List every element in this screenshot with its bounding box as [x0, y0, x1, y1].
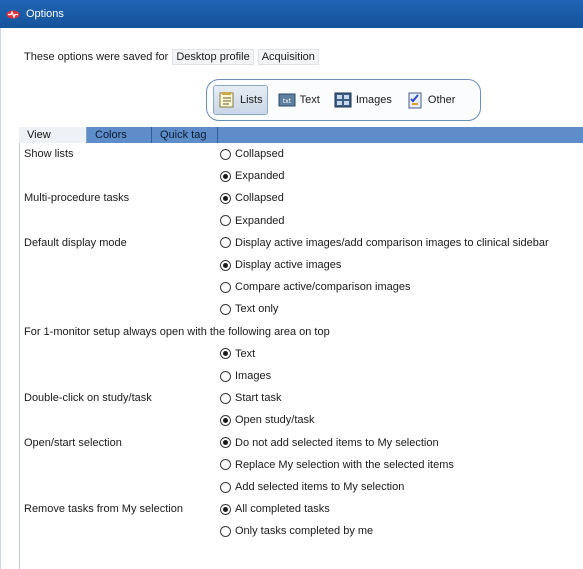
category-label: Other — [427, 94, 456, 106]
radio-unchecked-icon[interactable] — [220, 303, 231, 315]
title-bar: Options — [0, 0, 583, 28]
setting-label: Show lists — [24, 148, 74, 160]
radio-option-label: Collapsed — [235, 192, 284, 205]
category-switcher: Lists txt Text Images Other — [206, 79, 481, 121]
setting-label: Double-click on study/task — [24, 392, 152, 405]
radio-option[interactable]: Only tasks completed by me — [220, 520, 373, 542]
profile-chip: Desktop profile — [172, 49, 254, 65]
radio-option[interactable]: Expanded — [220, 165, 285, 187]
radio-option[interactable]: Images — [220, 365, 271, 387]
app-logo-icon — [6, 9, 20, 19]
category-lists-button[interactable]: Lists — [213, 85, 268, 115]
radio-option-label: Only tasks completed by me — [235, 525, 374, 538]
radio-option[interactable]: Add selected items to My selection — [220, 476, 404, 498]
images-icon — [334, 91, 352, 109]
radio-option-label: All completed tasks — [235, 503, 330, 516]
radio-option[interactable]: Collapsed — [220, 143, 284, 165]
saved-for-label: These options were saved for — [24, 51, 169, 63]
tab-quick-tag[interactable]: Quick tag — [152, 127, 218, 143]
category-label: Images — [355, 94, 392, 106]
tab-colors[interactable]: Colors — [87, 127, 152, 143]
radio-checked-icon[interactable] — [220, 192, 231, 204]
radio-unchecked-icon[interactable] — [220, 215, 231, 227]
category-text-button[interactable]: txt Text — [274, 85, 324, 115]
radio-unchecked-icon[interactable] — [220, 281, 231, 293]
radio-unchecked-icon[interactable] — [220, 459, 231, 471]
radio-option[interactable]: Expanded — [220, 210, 285, 232]
radio-option[interactable]: Text only — [220, 298, 278, 320]
radio-option-label: Text — [235, 347, 256, 360]
radio-unchecked-icon[interactable] — [220, 392, 231, 404]
saved-for-row: These options were saved for Desktop pro… — [24, 49, 319, 65]
tab-strip: View Colors Quick tag — [19, 127, 583, 143]
svg-text:txt: txt — [282, 98, 291, 105]
text-icon: txt — [278, 91, 296, 109]
radio-unchecked-icon[interactable] — [220, 370, 231, 382]
radio-checked-icon[interactable] — [220, 503, 231, 515]
radio-checked-icon[interactable] — [220, 414, 231, 426]
radio-checked-icon[interactable] — [220, 348, 231, 360]
radio-option-label: Open study/task — [235, 414, 315, 427]
view-settings-panel: Show lists Collapsed Expanded Multi-procedu… — [19, 143, 583, 569]
radio-option-label: Display active images — [235, 259, 342, 271]
setting-label: Remove tasks from My selection — [24, 503, 183, 516]
radio-option[interactable]: Compare active/comparison images — [220, 276, 410, 298]
radio-unchecked-icon[interactable] — [220, 237, 231, 249]
tab-view[interactable]: View — [19, 127, 87, 143]
radio-option-label: Expanded — [235, 214, 285, 227]
radio-option[interactable]: Display active images/add comparison ima… — [220, 232, 549, 254]
radio-option-label: Expanded — [235, 170, 285, 183]
radio-option[interactable]: Do not add selected items to My selectio… — [220, 432, 439, 454]
setting-label: For 1-monitor setup always open with the… — [24, 325, 330, 338]
options-dialog: These options were saved for Desktop pro… — [0, 28, 583, 569]
radio-option[interactable]: Display active images — [220, 254, 341, 276]
radio-option-label: Replace My selection with the selected i… — [235, 458, 454, 471]
other-icon — [406, 91, 424, 109]
radio-checked-icon[interactable] — [220, 170, 231, 182]
radio-option-label: Start task — [235, 392, 282, 405]
radio-unchecked-icon[interactable] — [220, 481, 231, 493]
radio-option-label: Collapsed — [235, 148, 284, 160]
radio-option-label: Display active images/add comparison ima… — [235, 236, 549, 249]
context-chip: Acquisition — [257, 49, 319, 65]
radio-option-label: Add selected items to My selection — [235, 481, 405, 493]
setting-label: Open/start selection — [24, 436, 122, 449]
category-label: Text — [299, 94, 320, 106]
window-title: Options — [26, 8, 64, 20]
category-images-button[interactable]: Images — [330, 85, 396, 115]
radio-option[interactable]: Collapsed — [220, 187, 284, 209]
setting-label: Default display mode — [24, 236, 127, 249]
radio-option-label: Compare active/comparison images — [235, 281, 411, 294]
radio-option[interactable]: Replace My selection with the selected i… — [220, 454, 454, 476]
radio-option[interactable]: Open study/task — [220, 409, 315, 431]
setting-label: Multi-procedure tasks — [24, 192, 130, 205]
radio-option[interactable]: Text — [220, 343, 255, 365]
radio-unchecked-icon[interactable] — [220, 148, 231, 160]
radio-checked-icon[interactable] — [220, 437, 231, 449]
radio-option-label: Text only — [235, 303, 279, 316]
category-label: Lists — [240, 94, 263, 106]
radio-checked-icon[interactable] — [220, 259, 231, 271]
radio-option[interactable]: Start task — [220, 387, 281, 409]
radio-option-label: Images — [235, 370, 272, 382]
radio-unchecked-icon[interactable] — [220, 525, 231, 537]
lists-icon — [218, 91, 236, 109]
radio-option-label: Do not add selected items to My selectio… — [235, 436, 439, 449]
category-other-button[interactable]: Other — [402, 85, 460, 115]
radio-option[interactable]: All completed tasks — [220, 498, 330, 520]
